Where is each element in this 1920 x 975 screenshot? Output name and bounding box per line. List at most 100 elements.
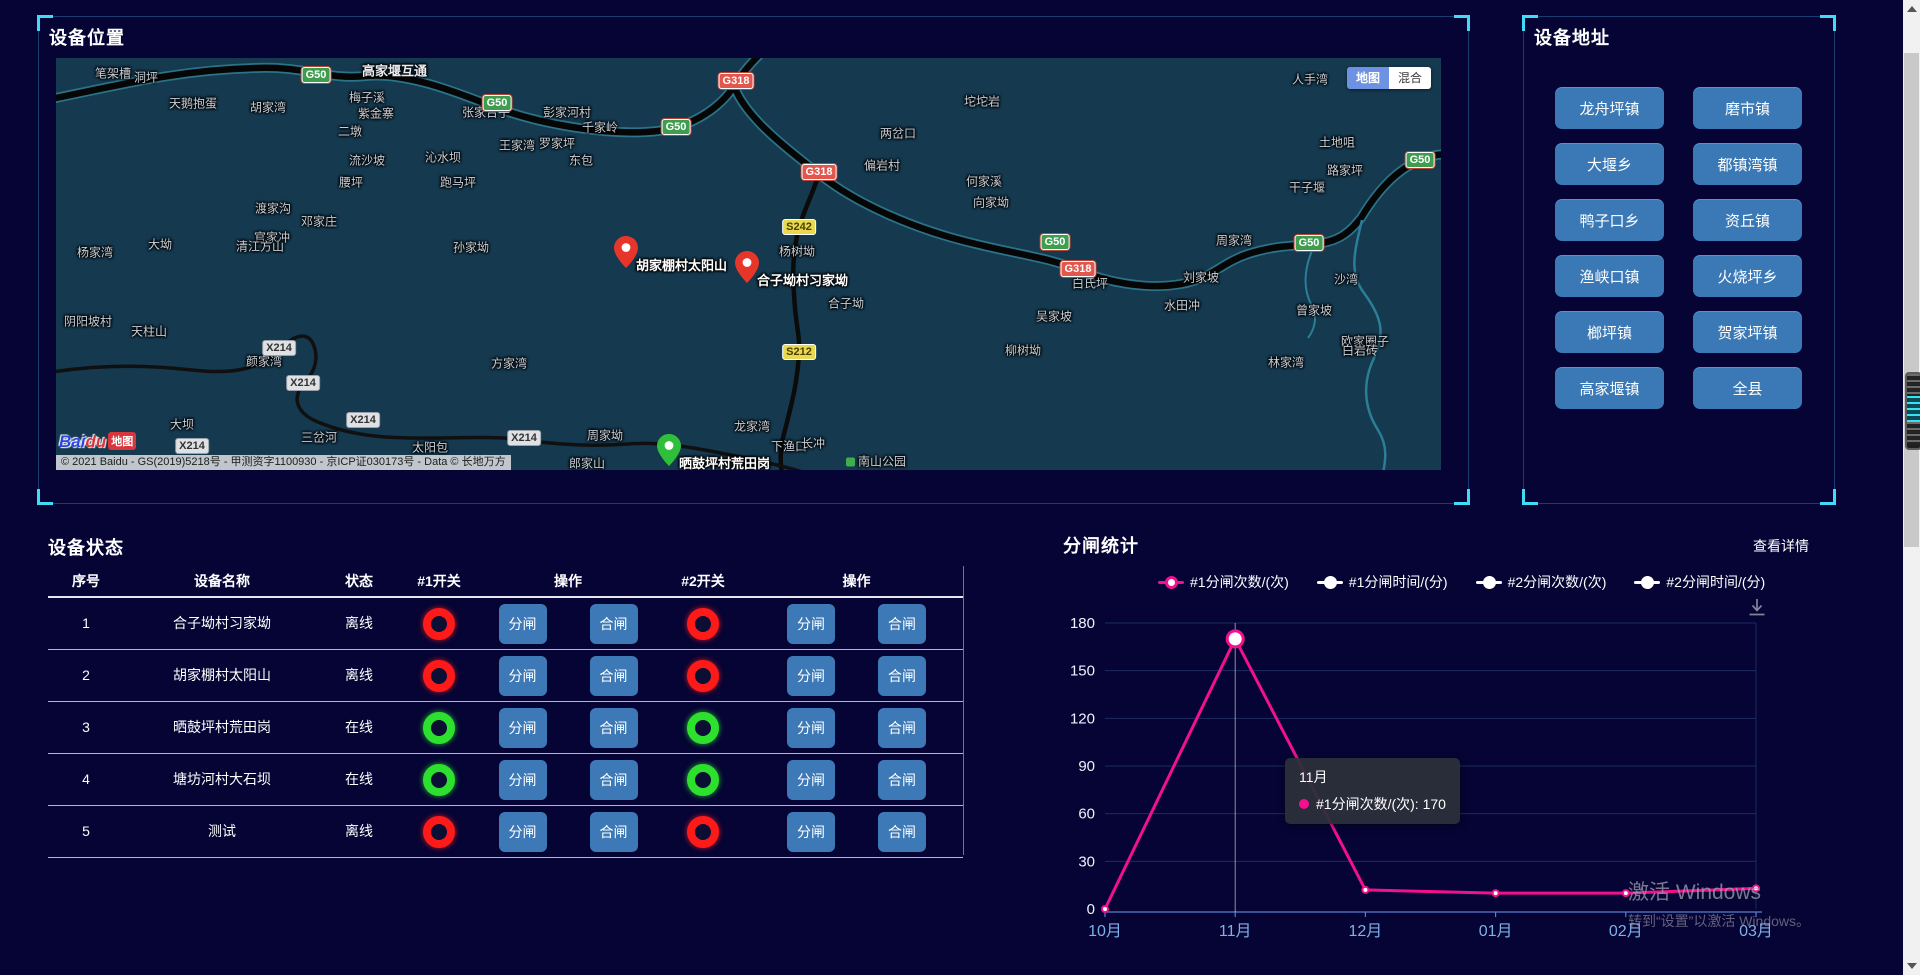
address-button[interactable]: 龙舟坪镇 xyxy=(1555,87,1664,129)
switch1-indicator-cell xyxy=(398,806,480,858)
map-place-label: 洞坪 xyxy=(134,69,158,86)
close-switch-button[interactable]: 合闸 xyxy=(878,760,926,800)
road-badge-g50: G50 xyxy=(662,119,691,135)
window-scrollbar[interactable] xyxy=(1903,0,1920,975)
close-switch-button[interactable]: 合闸 xyxy=(590,760,638,800)
view-details-link[interactable]: 查看详情 xyxy=(1753,536,1809,556)
map-place-label: 曾家坡 xyxy=(1296,302,1332,319)
address-button[interactable]: 高家堰镇 xyxy=(1555,367,1664,409)
map-place-label: 周家坳 xyxy=(587,427,623,444)
map-copyright: © 2021 Baidu - GS(2019)5218号 - 甲测资字11009… xyxy=(56,455,511,470)
open-switch-button[interactable]: 分闸 xyxy=(787,656,835,696)
device-status-title: 设备状态 xyxy=(48,534,124,560)
corner-decoration xyxy=(1454,489,1470,505)
open-switch-button[interactable]: 分闸 xyxy=(499,656,547,696)
open-switch-button[interactable]: 分闸 xyxy=(787,708,835,748)
legend-item[interactable]: #2分闸时间/(分) xyxy=(1634,572,1765,592)
switch2-indicator-cell xyxy=(656,806,750,858)
address-button[interactable]: 全县 xyxy=(1693,367,1802,409)
address-button[interactable]: 资丘镇 xyxy=(1693,199,1802,241)
panel-device-location: 设备位置 笔架槽洞坪天鹅抱蛋胡家湾高家堰互通梅子溪紫金寨二墩流沙坡沁水坝张家台子… xyxy=(38,16,1469,504)
table-header-cell: #2开关 xyxy=(656,566,750,598)
address-button[interactable]: 榔坪镇 xyxy=(1555,311,1664,353)
close-switch-button[interactable]: 合闸 xyxy=(590,812,638,852)
svg-text:90: 90 xyxy=(1078,758,1095,775)
address-button[interactable]: 火烧坪乡 xyxy=(1693,255,1802,297)
road-badge-g50: G50 xyxy=(302,67,331,83)
row-index-cell: 5 xyxy=(48,806,124,858)
open-switch-button[interactable]: 分闸 xyxy=(499,604,547,644)
map-type-hybrid-button[interactable]: 混合 xyxy=(1389,67,1431,89)
scrollbar-thumb[interactable] xyxy=(1904,53,1919,547)
road-badge-g50: G50 xyxy=(1295,235,1324,251)
map-place-label: 跑马坪 xyxy=(440,174,476,191)
switch2-indicator-cell xyxy=(656,754,750,806)
switch1-indicator-cell xyxy=(398,702,480,754)
scroll-down-arrow-icon[interactable] xyxy=(1907,963,1917,969)
road-badge-g318: G318 xyxy=(719,73,754,89)
map-type-map-button[interactable]: 地图 xyxy=(1347,67,1389,89)
table-header-cell: 序号 xyxy=(48,566,124,598)
close-switch-button[interactable]: 合闸 xyxy=(590,708,638,748)
baidu-map[interactable]: 笔架槽洞坪天鹅抱蛋胡家湾高家堰互通梅子溪紫金寨二墩流沙坡沁水坝张家台子彭家河村千… xyxy=(56,58,1441,470)
switch2-operation-cell: 分闸 合闸 xyxy=(750,754,963,806)
map-place-label: 人手湾 xyxy=(1292,71,1328,88)
corner-decoration xyxy=(1820,489,1836,505)
legend-item[interactable]: #1分闸时间/(分) xyxy=(1317,572,1448,592)
map-place-label: 路家坪 xyxy=(1327,162,1363,179)
scrollbar-widget xyxy=(1905,372,1920,450)
legend-item[interactable]: #2分闸次数/(次) xyxy=(1476,572,1607,592)
open-switch-button[interactable]: 分闸 xyxy=(787,604,835,644)
close-switch-button[interactable]: 合闸 xyxy=(878,656,926,696)
map-place-label: 偏岩村 xyxy=(864,157,900,174)
close-switch-button[interactable]: 合闸 xyxy=(590,656,638,696)
close-switch-button[interactable]: 合闸 xyxy=(878,604,926,644)
address-button[interactable]: 鸭子口乡 xyxy=(1555,199,1664,241)
open-switch-button[interactable]: 分闸 xyxy=(787,812,835,852)
address-button[interactable]: 渔峡口镇 xyxy=(1555,255,1664,297)
open-switch-button[interactable]: 分闸 xyxy=(499,760,547,800)
switch1-led-red xyxy=(423,608,455,640)
open-switch-button[interactable]: 分闸 xyxy=(499,812,547,852)
map-place-label: 王家湾 xyxy=(499,137,535,154)
close-switch-button[interactable]: 合闸 xyxy=(878,708,926,748)
corner-decoration xyxy=(1454,15,1470,31)
open-switch-button[interactable]: 分闸 xyxy=(787,760,835,800)
device-status-section: 设备状态 序号设备名称状态#1开关操作#2开关操作1合子坳村习家坳离线分闸合闸分… xyxy=(48,530,968,865)
map-place-label: 大坳 xyxy=(148,236,172,253)
map-place-label: 邓家庄 xyxy=(301,213,337,230)
map-marker-label: 晒鼓坪村荒田岗 xyxy=(679,453,770,470)
legend-label: #1分闸次数/(次) xyxy=(1190,572,1289,592)
table-header-cell: #1开关 xyxy=(398,566,480,598)
map-marker-label: 胡家棚村太阳山 xyxy=(636,255,727,274)
address-button[interactable]: 都镇湾镇 xyxy=(1693,143,1802,185)
address-button[interactable]: 大堰乡 xyxy=(1555,143,1664,185)
map-place-label: 杨树坳 xyxy=(779,243,815,260)
road-badge-g318: G318 xyxy=(1061,261,1096,277)
switch1-operation-cell: 分闸 合闸 xyxy=(480,650,656,702)
close-switch-button[interactable]: 合闸 xyxy=(590,604,638,644)
device-name-cell: 测试 xyxy=(124,806,320,858)
close-switch-button[interactable]: 合闸 xyxy=(878,812,926,852)
device-name-cell: 合子坳村习家坳 xyxy=(124,598,320,650)
switch2-operation-cell: 分闸 合闸 xyxy=(750,806,963,858)
open-switch-button[interactable]: 分闸 xyxy=(499,708,547,748)
map-place-label: 坨坨岩 xyxy=(964,93,1000,110)
map-place-label: 干子堰 xyxy=(1289,179,1325,196)
svg-text:60: 60 xyxy=(1078,806,1095,823)
address-button[interactable]: 贺家坪镇 xyxy=(1693,311,1802,353)
legend-item[interactable]: #1分闸次数/(次) xyxy=(1158,572,1289,592)
map-place-label: 沁水坝 xyxy=(425,149,461,166)
switch1-indicator-cell xyxy=(398,598,480,650)
table-header-cell: 操作 xyxy=(750,566,963,598)
map-place-label: 方家湾 xyxy=(491,355,527,372)
baidu-maps-logo: Baidu地图 xyxy=(59,432,136,452)
map-place-label: 郎家山 xyxy=(569,455,605,471)
address-button[interactable]: 磨市镇 xyxy=(1693,87,1802,129)
device-location-title: 设备位置 xyxy=(49,24,125,50)
row-index-cell: 3 xyxy=(48,702,124,754)
address-button-grid: 龙舟坪镇磨市镇大堰乡都镇湾镇鸭子口乡资丘镇渔峡口镇火烧坪乡榔坪镇贺家坪镇高家堰镇… xyxy=(1555,87,1802,409)
map-place-label: 腰坪 xyxy=(339,174,363,191)
switch1-operation-cell: 分闸 合闸 xyxy=(480,754,656,806)
scroll-up-arrow-icon[interactable] xyxy=(1907,6,1917,12)
